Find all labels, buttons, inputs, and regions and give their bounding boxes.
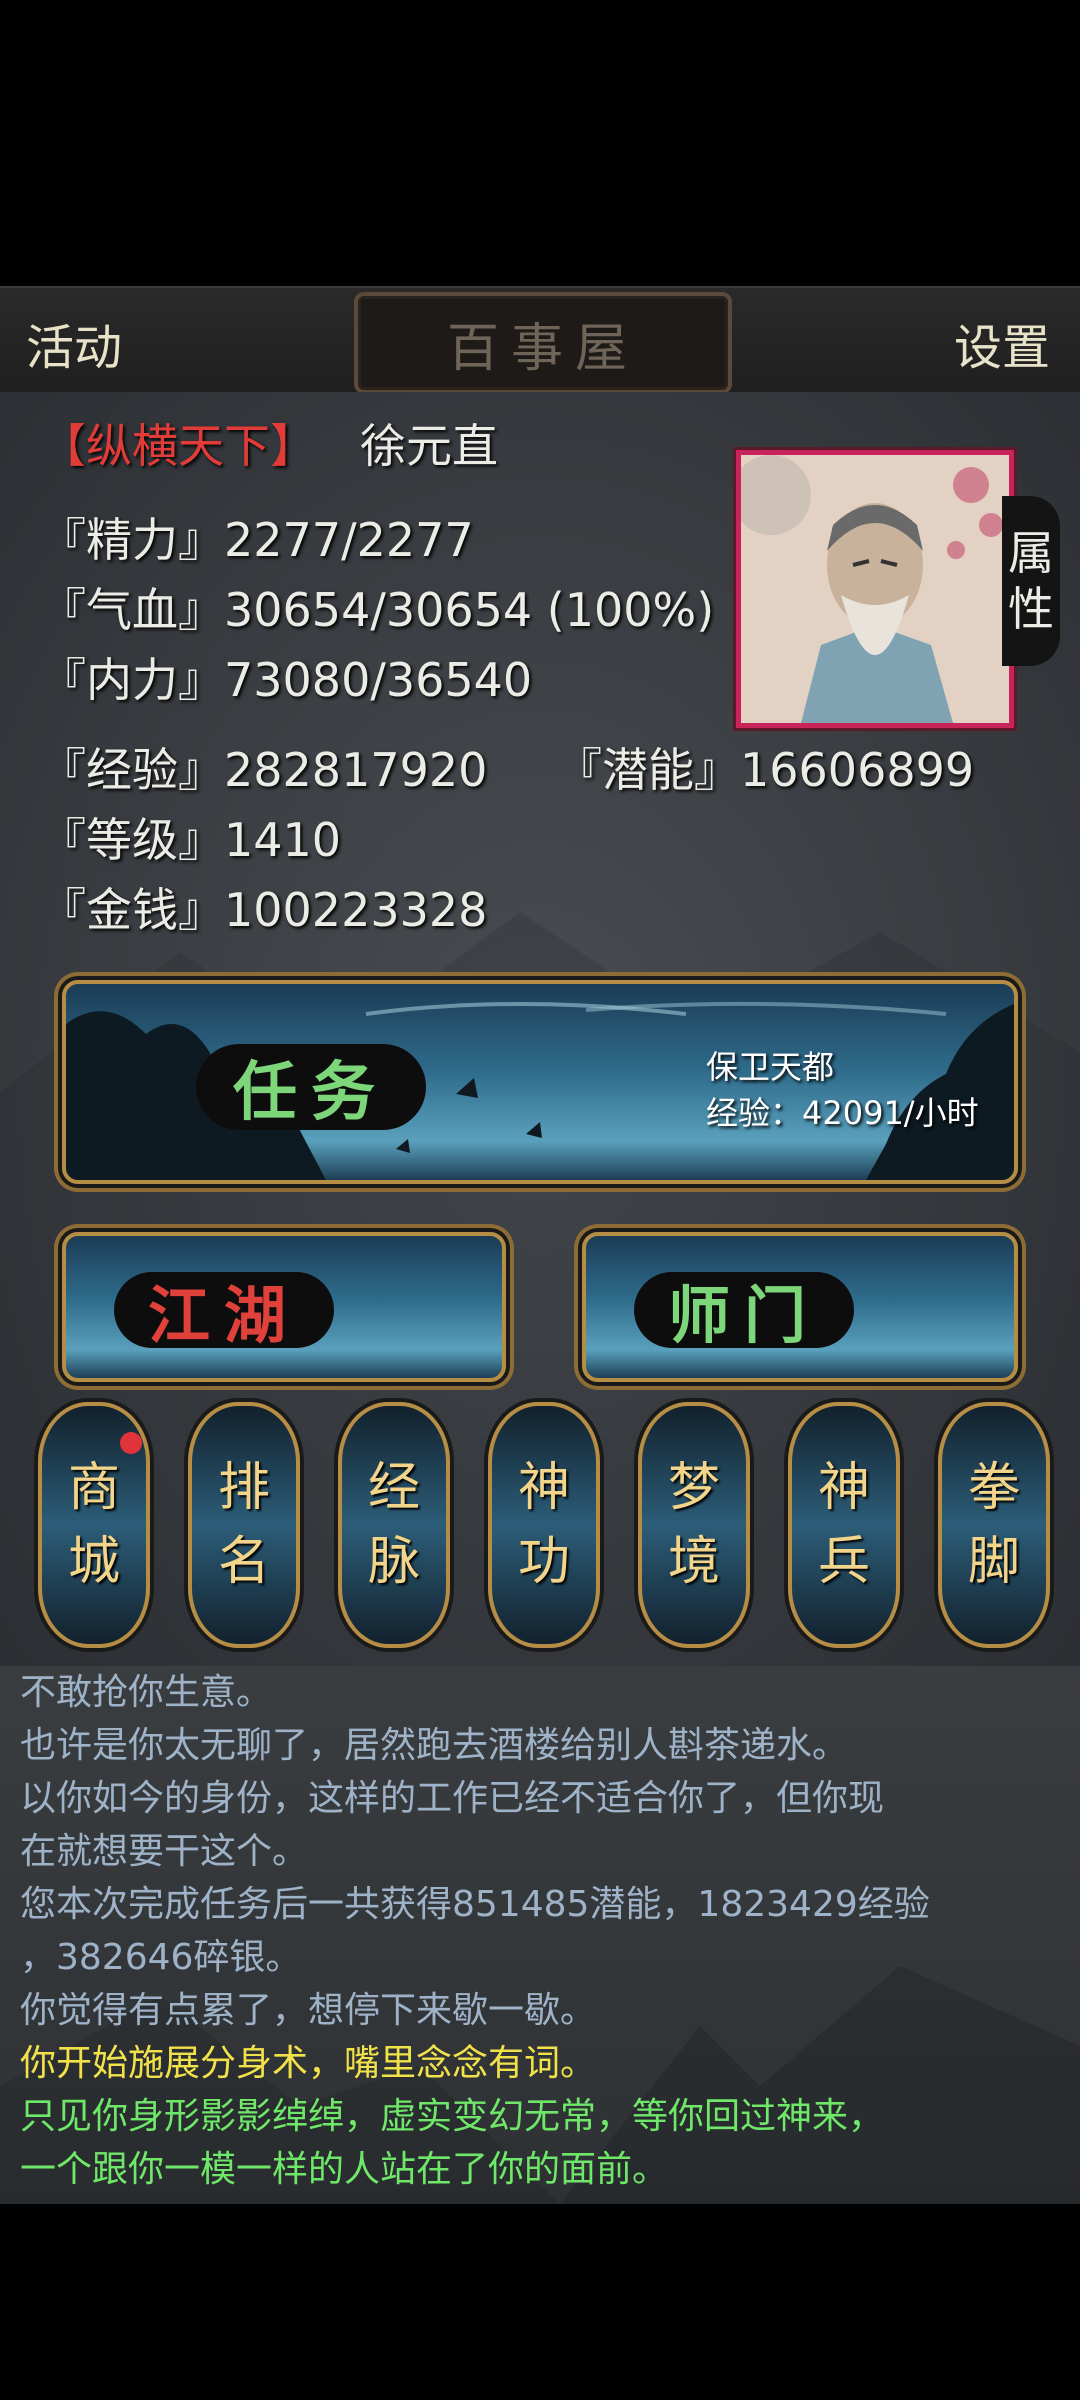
fist-kick-button[interactable]: 拳 脚	[938, 1402, 1050, 1648]
player-portrait[interactable]	[736, 450, 1014, 728]
stat-hp: 『气血』30654/30654 (100%)	[40, 574, 714, 640]
dream-realm-label-bottom: 境	[667, 1532, 720, 1592]
page-title: 百事屋	[446, 318, 639, 379]
activity-button[interactable]: 活动	[26, 308, 122, 378]
stat-energy-value: 2277/2277	[224, 513, 474, 567]
settings-button[interactable]: 设置	[954, 308, 1050, 378]
fist-kick-label-bottom: 脚	[967, 1532, 1020, 1592]
log-line: 在就想要干这个。	[20, 1831, 309, 1872]
ranking-button[interactable]: 排 名	[188, 1402, 300, 1648]
feature-icon-row: 商 城 排 名 经 脉 神 功 梦 境 神 兵 拳 脚	[0, 1402, 1080, 1648]
log-line: 不敢抢你生意。	[20, 1672, 273, 1713]
log-line: 也许是你太无聊了，居然跑去酒楼给别人斟茶递水。	[20, 1725, 849, 1766]
divine-skill-label-top: 神	[517, 1458, 570, 1518]
top-bar: 活动 百事屋 设置	[0, 286, 1080, 394]
fist-kick-label-top: 拳	[967, 1458, 1020, 1518]
meridian-label-top: 经	[367, 1458, 420, 1518]
attributes-tab-char-2: 性	[1008, 582, 1054, 636]
jianghu-button[interactable]: 江湖	[62, 1232, 506, 1382]
player-name: 徐元直	[360, 419, 498, 473]
stat-mp-value: 73080/36540	[224, 653, 533, 707]
stat-energy-label: 『精力』	[40, 513, 224, 567]
log-line: 你觉得有点累了，想停下来歇一歇。	[20, 1990, 597, 2031]
meridian-button[interactable]: 经 脉	[338, 1402, 450, 1648]
shimen-button[interactable]: 师门	[582, 1232, 1018, 1382]
stat-hp-label: 『气血』	[40, 583, 224, 637]
mission-label: 任务	[196, 1044, 426, 1130]
stat-potential: 『潜能』16606899	[556, 734, 974, 800]
stat-level-label: 『等级』	[40, 813, 224, 867]
mission-button[interactable]: 任务 保卫天都 经验：42091/小时	[62, 980, 1018, 1184]
shimen-label: 师门	[634, 1272, 854, 1352]
divine-weapon-label-bottom: 兵	[817, 1532, 870, 1592]
ranking-label-bottom: 名	[217, 1532, 270, 1592]
meridian-label-bottom: 脉	[367, 1532, 420, 1592]
guild-name: 【纵横天下】	[40, 419, 316, 473]
stat-level: 『等级』1410	[40, 804, 341, 870]
stat-exp-label: 『经验』	[40, 743, 224, 797]
stat-potential-label: 『潜能』	[556, 743, 740, 797]
jianghu-label: 江湖	[114, 1272, 334, 1352]
stat-level-value: 1410	[224, 813, 342, 867]
divine-weapon-button[interactable]: 神 兵	[788, 1402, 900, 1648]
log-line: 一个跟你一模一样的人站在了你的面前。	[20, 2149, 669, 2190]
stat-exp-value: 282817920	[224, 743, 488, 797]
mission-name: 保卫天都	[706, 1048, 835, 1086]
divine-skill-button[interactable]: 神 功	[488, 1402, 600, 1648]
stat-hp-value: 30654/30654 (100%)	[224, 583, 715, 637]
stat-money: 『金钱』100223328	[40, 874, 487, 940]
attributes-tab[interactable]: 属 性	[1002, 496, 1060, 666]
divine-skill-label-bottom: 功	[517, 1532, 570, 1592]
attributes-tab-char-1: 属	[1008, 526, 1054, 580]
notification-dot-icon	[120, 1432, 142, 1454]
log-line: 只见你身形影影绰绰，虚实变幻无常，等你回过神来，	[20, 2096, 885, 2137]
stat-energy: 『精力』2277/2277	[40, 504, 474, 570]
log-line: ，382646碎银。	[20, 1937, 302, 1978]
stat-mp: 『内力』73080/36540	[40, 644, 532, 710]
mission-info: 保卫天都 经验：42091/小时	[706, 1044, 979, 1136]
page-title-plaque: 百事屋	[354, 292, 732, 394]
dream-realm-label-top: 梦	[667, 1458, 720, 1518]
log-line: 你开始施展分身术，嘴里念念有词。	[20, 2043, 597, 2084]
avatar	[741, 455, 1009, 723]
divine-weapon-label-top: 神	[817, 1458, 870, 1518]
shop-label-top: 商	[67, 1458, 120, 1518]
stat-money-label: 『金钱』	[40, 883, 224, 937]
stat-money-value: 100223328	[224, 883, 488, 937]
stat-potential-value: 16606899	[740, 743, 975, 797]
ranking-label-top: 排	[217, 1458, 270, 1518]
player-title-line: 【纵横天下】 徐元直	[40, 410, 498, 476]
dream-realm-button[interactable]: 梦 境	[638, 1402, 750, 1648]
message-log[interactable]: 不敢抢你生意。 也许是你太无聊了，居然跑去酒楼给别人斟茶递水。 以你如今的身份，…	[0, 1666, 1080, 2204]
log-line: 您本次完成任务后一共获得851485潜能，1823429经验	[20, 1884, 930, 1925]
mission-exp-rate: 经验：42091/小时	[706, 1094, 979, 1132]
stat-exp: 『经验』282817920	[40, 734, 487, 800]
shop-label-bottom: 城	[67, 1532, 120, 1592]
stat-mp-label: 『内力』	[40, 653, 224, 707]
log-line: 以你如今的身份，这样的工作已经不适合你了，但你现	[20, 1778, 885, 1819]
